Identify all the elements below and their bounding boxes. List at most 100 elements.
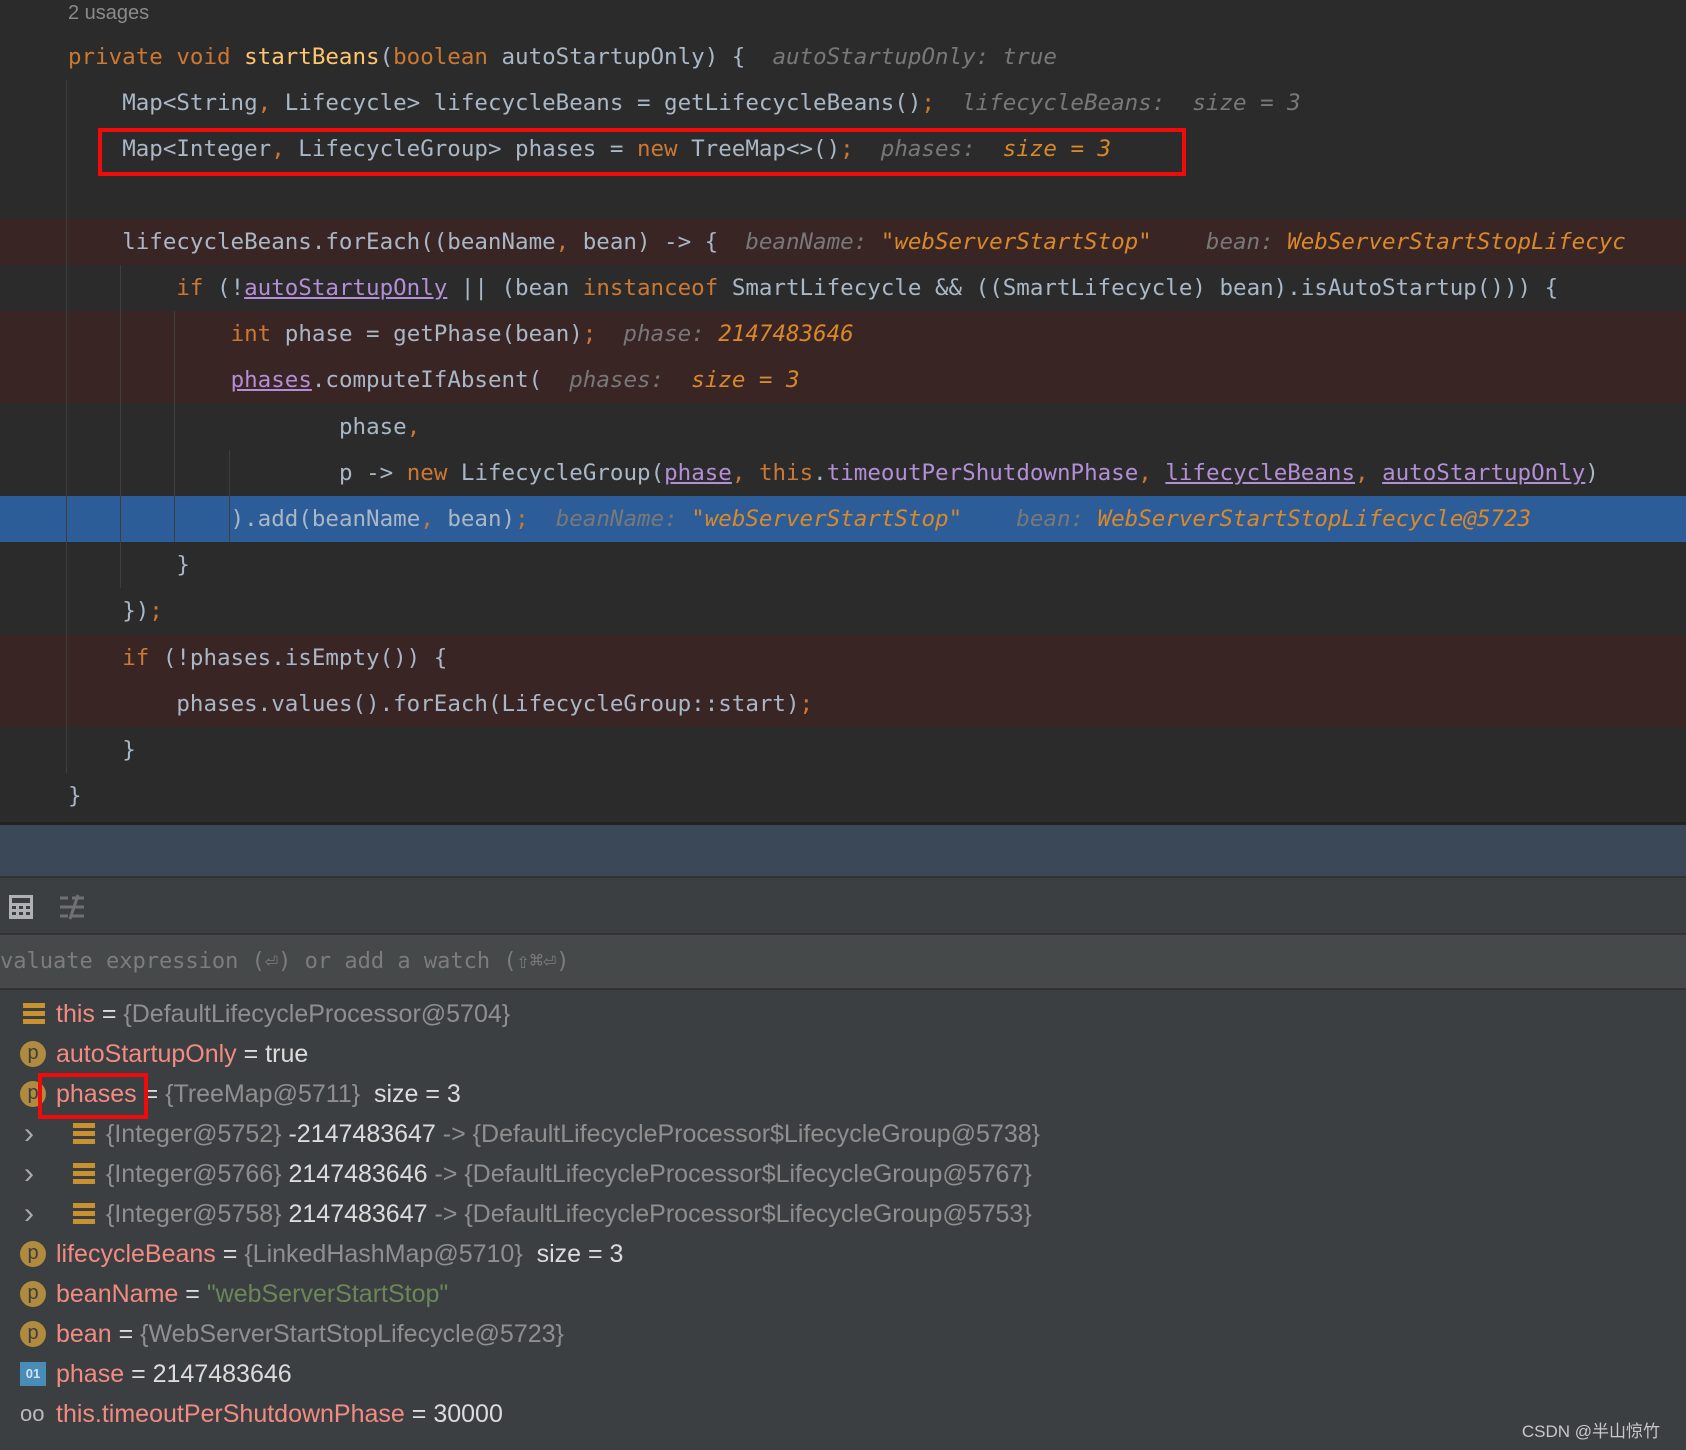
code-line[interactable]: int phase = getPhase(bean); phase: 21474…	[0, 311, 1686, 358]
code-line[interactable]: phases.values().forEach(LifecycleGroup::…	[0, 680, 1686, 727]
evaluate-expression-input[interactable]: valuate expression (⏎) or add a watch (⇧…	[0, 933, 1686, 990]
inline-debug-hint: bean:	[962, 506, 1098, 532]
variable-row[interactable]: › {Integer@5766} 2147483646 -> {DefaultLi…	[0, 1154, 1686, 1194]
expand-arrow-icon[interactable]: ›	[24, 1154, 34, 1194]
code-token[interactable]: autoStartupOnly	[244, 275, 447, 301]
code-text: }	[176, 542, 190, 588]
field-icon	[73, 1163, 95, 1185]
inline-debug-hint: WebServerStartStopLifecycle@5723	[1097, 506, 1532, 532]
calculator-icon[interactable]	[8, 894, 34, 920]
equals-sign: =	[124, 1360, 153, 1388]
code-token: Map<String	[122, 90, 258, 117]
code-line[interactable]: p -> new LifecycleGroup(phase, this.time…	[0, 450, 1686, 496]
code-line[interactable]: phase,	[0, 404, 1686, 450]
variable-row[interactable]: p autoStartupOnly = true	[0, 1034, 1686, 1074]
variable-value: {Integer@5752}	[106, 1120, 282, 1148]
usages-hint[interactable]: 2 usages	[68, 0, 149, 26]
parameter-icon: p	[20, 1241, 46, 1267]
code-line[interactable]: ).add(beanName, bean); beanName: "webSer…	[0, 496, 1686, 542]
code-line[interactable]: }	[0, 542, 1686, 588]
code-token: ).add(beanName	[230, 506, 421, 532]
variable-row[interactable]: p lifecycleBeans = {LinkedHashMap@5710} s…	[0, 1234, 1686, 1274]
code-token: phase = getPhase(bean)	[284, 321, 583, 348]
code-line[interactable]: lifecycleBeans.forEach((beanName, bean) …	[0, 218, 1686, 265]
inline-debug-hint: beanName:	[745, 228, 881, 255]
watermark: CSDN @半山惊竹	[1521, 1422, 1660, 1441]
variable-row[interactable]: p bean = {WebServerStartStopLifecycle@572…	[0, 1314, 1686, 1354]
variable-name: phase	[56, 1360, 125, 1388]
variable-name: beanName	[56, 1280, 179, 1308]
code-token: ,	[1138, 459, 1166, 486]
code-editor[interactable]: 2 usages private void startBeans(boolean…	[0, 0, 1686, 822]
code-token: if	[176, 275, 218, 301]
variable-row[interactable]: p phases = {TreeMap@5711} size = 3	[0, 1074, 1686, 1114]
code-token: }	[68, 783, 82, 810]
code-token: if	[122, 644, 163, 671]
code-token[interactable]: lifecycleBeans	[1165, 460, 1355, 486]
expand-arrow-icon[interactable]: ›	[24, 1114, 34, 1154]
code-token: int	[230, 321, 285, 348]
variable-row[interactable]: › {Integer@5758} 2147483647 -> {DefaultLi…	[0, 1194, 1686, 1234]
variable-text: {Integer@5766} 2147483646 -> {DefaultLif…	[106, 1154, 1032, 1194]
primitive-icon: 01	[20, 1362, 46, 1386]
code-text: ).add(beanName, bean); beanName: "webSer…	[231, 496, 1531, 542]
variable-name: this	[56, 1000, 95, 1028]
variable-name: autoStartupOnly	[56, 1040, 237, 1068]
variable-row[interactable]: p beanName = "webServerStartStop"	[0, 1274, 1686, 1314]
variable-text: lifecycleBeans = {LinkedHashMap@5710} si…	[56, 1234, 623, 1274]
variable-row[interactable]: oo this.timeoutPerShutdownPhase = 30000	[0, 1394, 1686, 1434]
code-line[interactable]: }	[0, 773, 1686, 819]
equals-sign: =	[236, 1040, 266, 1068]
inline-debug-hint: phase:	[596, 321, 719, 348]
code-token: Lifecycle> lifecycleBeans = getLifecycle…	[284, 90, 922, 117]
code-text: phases.values().forEach(LifecycleGroup::…	[176, 681, 813, 727]
size-label: size = 3	[522, 1240, 624, 1268]
equals-sign: =	[178, 1280, 207, 1308]
code-line[interactable]: private void startBeans(boolean autoStar…	[0, 34, 1686, 80]
code-token: timeoutPerShutdownPhase	[826, 459, 1139, 486]
expand-arrow-icon[interactable]: ›	[24, 1194, 34, 1234]
variable-row[interactable]: 01 phase = 2147483646	[0, 1354, 1686, 1394]
code-text: p -> new LifecycleGroup(phase, this.time…	[339, 450, 1599, 496]
variable-row[interactable]: this = {DefaultLifecycleProcessor@5704}	[0, 994, 1686, 1034]
equals-sign: =	[111, 1320, 141, 1348]
parameter-icon: p	[20, 1041, 46, 1067]
code-text: lifecycleBeans.forEach((beanName, bean) …	[122, 219, 1626, 265]
code-line[interactable]: Map<String, Lifecycle> lifecycleBeans = …	[0, 80, 1686, 126]
code-token: (	[379, 44, 394, 70]
code-token: ;	[921, 90, 935, 117]
variable-value: {Integer@5766}	[106, 1160, 282, 1188]
code-line[interactable]: if (!phases.isEmpty()) {	[0, 634, 1686, 681]
code-token[interactable]: phase	[664, 460, 732, 486]
literal-value: -2147483647	[281, 1120, 436, 1148]
code-line[interactable]: phases.computeIfAbsent( phases: size = 3	[0, 357, 1686, 404]
inline-debug-hint: 2147483646	[718, 321, 854, 348]
equals-sign: =	[215, 1240, 245, 1268]
indent-guide	[174, 311, 176, 543]
variable-name: lifecycleBeans	[56, 1240, 216, 1268]
code-token[interactable]: phases	[231, 367, 312, 393]
code-token: phase	[339, 413, 407, 440]
code-token: bean)	[447, 506, 516, 532]
inline-debug-hint: beanName:	[528, 506, 692, 532]
highlight-box-phases-variable	[38, 1073, 148, 1119]
code-token: (!	[217, 275, 245, 301]
code-line[interactable]	[0, 173, 1686, 219]
evaluate-placeholder: valuate expression (⏎) or add a watch (⇧…	[0, 949, 570, 974]
code-token[interactable]: autoStartupOnly	[1382, 460, 1585, 486]
panel-divider[interactable]	[0, 822, 1686, 876]
variable-name: bean	[56, 1320, 112, 1348]
code-text: phase,	[339, 404, 420, 450]
code-token: startBeans	[244, 44, 380, 70]
code-line[interactable]: if (!autoStartupOnly || (bean instanceof…	[0, 265, 1686, 311]
variable-text: this = {DefaultLifecycleProcessor@5704}	[56, 994, 510, 1034]
restore-layout-icon[interactable]	[58, 894, 86, 920]
variable-text: {Integer@5752} -2147483647 -> {DefaultLi…	[106, 1114, 1040, 1154]
variable-row[interactable]: › {Integer@5752} -2147483647 -> {DefaultL…	[0, 1114, 1686, 1154]
code-token: autoStartupOnly) {	[501, 44, 773, 70]
variable-value: {WebServerStartStopLifecycle@5723}	[140, 1320, 564, 1348]
code-line[interactable]: }	[0, 727, 1686, 773]
variable-text: {Integer@5758} 2147483647 -> {DefaultLif…	[106, 1194, 1032, 1234]
code-line[interactable]: });	[0, 588, 1686, 634]
code-token: || (bean	[447, 275, 583, 301]
